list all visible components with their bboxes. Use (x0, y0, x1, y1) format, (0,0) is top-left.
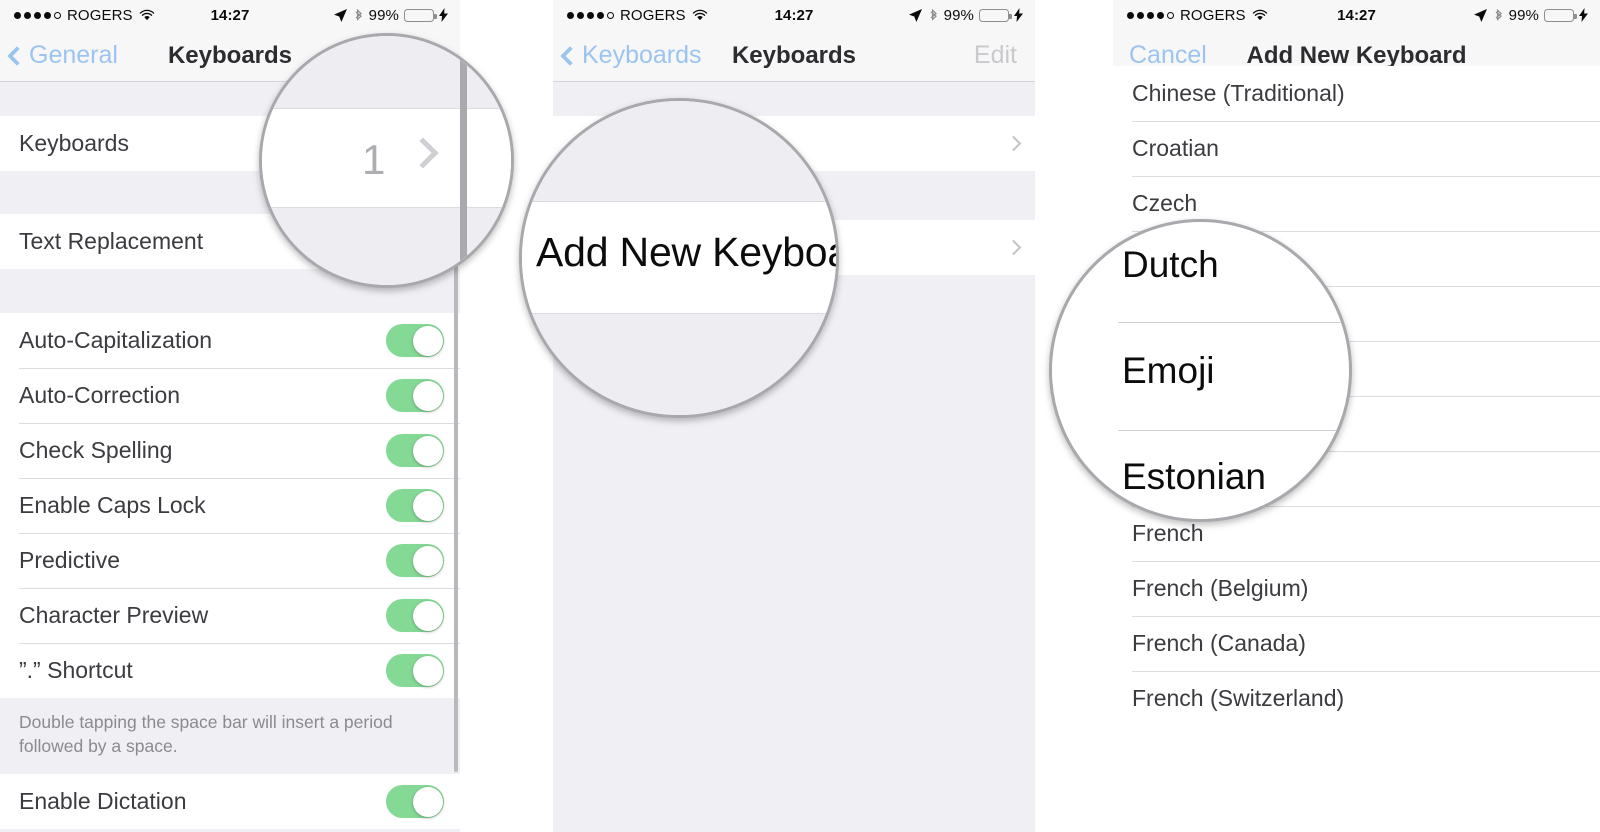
row-label: Character Preview (19, 602, 209, 628)
back-button-general[interactable]: General (0, 41, 118, 70)
battery-percent-label: 99% (1508, 6, 1539, 24)
magnifier-loupe-keyboards-count: 1 (259, 33, 514, 288)
toggle-auto-capitalization[interactable] (386, 324, 444, 357)
signal-strength-icon (1127, 11, 1174, 19)
status-bar-right: 99% (1473, 7, 1600, 24)
signal-strength-icon (567, 11, 614, 19)
loupe-content: 1 (262, 36, 511, 285)
status-bar: ROGERS 14:27 99% (0, 0, 460, 30)
status-bar: ROGERS 14:27 99% (1113, 0, 1600, 30)
toggle-enable-caps-lock[interactable] (386, 489, 444, 522)
location-arrow-icon (908, 8, 922, 22)
row-enable-caps-lock[interactable]: Enable Caps Lock (0, 478, 460, 533)
row-enable-dictation[interactable]: Enable Dictation (0, 774, 460, 830)
battery-percent-label: 99% (368, 6, 399, 24)
row-accessory (1005, 135, 1022, 152)
row-label: Auto-Capitalization (19, 327, 213, 353)
location-arrow-icon (333, 8, 347, 22)
row-label: Text Replacement (19, 228, 204, 254)
toggle-auto-correction[interactable] (386, 379, 444, 412)
chevron-right-icon (1005, 135, 1022, 152)
bluetooth-icon (1495, 8, 1502, 21)
list-item[interactable]: French (Canada) (1113, 616, 1600, 671)
nav-bar: Keyboards Keyboards Edit (553, 30, 1035, 82)
toggle-period-shortcut[interactable] (386, 654, 444, 687)
chevron-left-icon (560, 45, 580, 66)
row-label: Enable Dictation (19, 788, 187, 815)
list-item-label: Czech (1132, 190, 1198, 216)
list-item-label: French (Belgium) (1132, 575, 1309, 601)
row-auto-capitalization[interactable]: Auto-Capitalization (0, 313, 460, 368)
back-button-label: Keyboards (582, 41, 702, 69)
row-check-spelling[interactable]: Check Spelling (0, 423, 460, 478)
battery-percent-label: 99% (943, 6, 974, 24)
status-bar: ROGERS 14:27 99% (553, 0, 1035, 30)
row-period-shortcut[interactable]: ”.” Shortcut (0, 643, 460, 698)
status-bar-right: 99% (333, 7, 460, 24)
magnifier-loupe-add-new-keyboard: Add New Keyboa (519, 98, 839, 418)
bluetooth-icon (355, 8, 362, 21)
location-arrow-icon (1473, 8, 1487, 22)
loupe-content: Add New Keyboa (522, 101, 836, 415)
list-item[interactable]: French (Belgium) (1113, 561, 1600, 616)
status-bar-left: ROGERS (1113, 7, 1268, 24)
list-item-label: French (Switzerland) (1132, 685, 1345, 711)
row-accessory (1005, 239, 1022, 256)
row-label: Predictive (19, 547, 120, 573)
status-bar-left: ROGERS (0, 7, 155, 24)
toggle-check-spelling[interactable] (386, 434, 444, 467)
magnified-language-estonian: Estonian (1122, 456, 1266, 497)
wifi-icon (1252, 9, 1267, 21)
back-button-keyboards[interactable]: Keyboards (553, 41, 702, 70)
row-label: Check Spelling (19, 437, 173, 463)
toggle-character-preview[interactable] (386, 599, 444, 632)
list-item-label: Croatian (1132, 135, 1219, 161)
carrier-label: ROGERS (67, 6, 133, 24)
list-item-label: French (Canada) (1132, 630, 1306, 656)
row-label: Keyboards (19, 130, 129, 156)
row-predictive[interactable]: Predictive (0, 533, 460, 588)
toggle-predictive[interactable] (386, 544, 444, 577)
battery-icon (1544, 8, 1577, 22)
magnified-language-dutch: Dutch (1122, 244, 1219, 285)
magnified-keyboard-count: 1 (362, 136, 386, 183)
carrier-label: ROGERS (620, 6, 686, 24)
list-item[interactable]: Chinese (Traditional) (1113, 66, 1600, 121)
loupe-content: Dutch Emoji Estonian (1052, 222, 1349, 519)
lightning-bolt-icon (1014, 8, 1023, 22)
row-label: Enable Caps Lock (19, 492, 206, 518)
magnified-add-new-keyboard-label: Add New Keyboa (536, 229, 839, 275)
magnified-language-emoji: Emoji (1122, 350, 1215, 391)
toggle-enable-dictation[interactable] (386, 785, 444, 819)
status-bar-left: ROGERS (553, 7, 708, 24)
list-item[interactable]: French (Switzerland) (1113, 671, 1600, 726)
chevron-right-icon (1005, 239, 1022, 256)
signal-strength-icon (14, 11, 61, 19)
carrier-label: ROGERS (1180, 6, 1246, 24)
edit-button[interactable]: Edit (974, 41, 1035, 70)
chevron-left-icon (7, 45, 27, 66)
list-item-label: French (1132, 520, 1204, 546)
section-footnote: Double tapping the space bar will insert… (0, 698, 460, 775)
battery-icon (979, 8, 1012, 22)
row-character-preview[interactable]: Character Preview (0, 588, 460, 643)
wifi-icon (692, 9, 707, 21)
lightning-bolt-icon (439, 8, 448, 22)
bluetooth-icon (930, 8, 937, 21)
row-label: Auto-Correction (19, 382, 181, 408)
magnifier-loupe-language-options: Dutch Emoji Estonian (1049, 219, 1352, 522)
status-bar-right: 99% (908, 7, 1035, 24)
list-item-label: Chinese (Traditional) (1132, 80, 1345, 106)
wifi-icon (139, 9, 154, 21)
lightning-bolt-icon (1579, 8, 1588, 22)
screenshot-stage: ROGERS 14:27 99% General Keyboards Keybo… (0, 0, 1600, 832)
back-button-label: General (29, 41, 118, 69)
magnified-scrollbar (460, 54, 467, 279)
row-label: ”.” Shortcut (19, 657, 133, 683)
battery-icon (404, 8, 437, 22)
row-auto-correction[interactable]: Auto-Correction (0, 368, 460, 423)
list-item[interactable]: Croatian (1113, 121, 1600, 176)
